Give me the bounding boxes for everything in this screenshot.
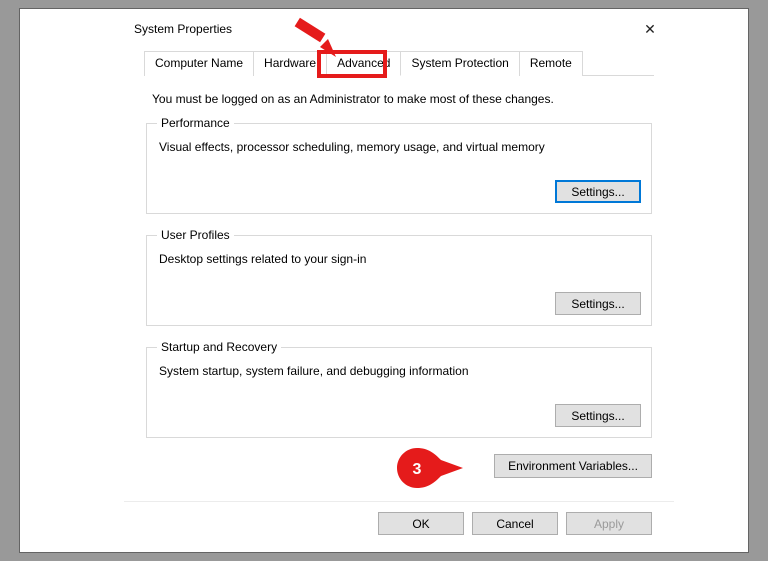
tab-remote[interactable]: Remote [519,51,583,76]
environment-variables-button[interactable]: Environment Variables... [494,454,652,478]
system-properties-dialog: System Properties ✕ Computer Name Hardwa… [124,14,674,547]
close-icon[interactable]: ✕ [630,15,670,43]
admin-note: You must be logged on as an Administrato… [152,92,652,106]
group-user-profiles: User Profiles Desktop settings related t… [146,228,652,326]
tab-system-protection[interactable]: System Protection [400,51,519,76]
settings-performance-button[interactable]: Settings... [555,180,641,203]
tab-hardware[interactable]: Hardware [253,51,327,76]
tab-computer-name[interactable]: Computer Name [144,51,254,76]
legend-startup-recovery: Startup and Recovery [157,340,281,354]
window-title: System Properties [134,22,232,36]
titlebar: System Properties ✕ [124,14,674,44]
apply-button[interactable]: Apply [566,512,652,535]
ok-button[interactable]: OK [378,512,464,535]
tab-content: You must be logged on as an Administrato… [124,76,674,501]
dialog-footer: OK Cancel Apply [124,501,674,547]
group-performance: Performance Visual effects, processor sc… [146,116,652,214]
legend-performance: Performance [157,116,234,130]
legend-user-profiles: User Profiles [157,228,234,242]
desc-performance: Visual effects, processor scheduling, me… [159,140,641,154]
cancel-button[interactable]: Cancel [472,512,558,535]
desc-user-profiles: Desktop settings related to your sign-in [159,252,641,266]
tab-bar: Computer Name Hardware Advanced System P… [144,50,654,76]
desc-startup-recovery: System startup, system failure, and debu… [159,364,641,378]
settings-user-profiles-button[interactable]: Settings... [555,292,641,315]
settings-startup-recovery-button[interactable]: Settings... [555,404,641,427]
tab-advanced[interactable]: Advanced [326,51,401,76]
group-startup-recovery: Startup and Recovery System startup, sys… [146,340,652,438]
